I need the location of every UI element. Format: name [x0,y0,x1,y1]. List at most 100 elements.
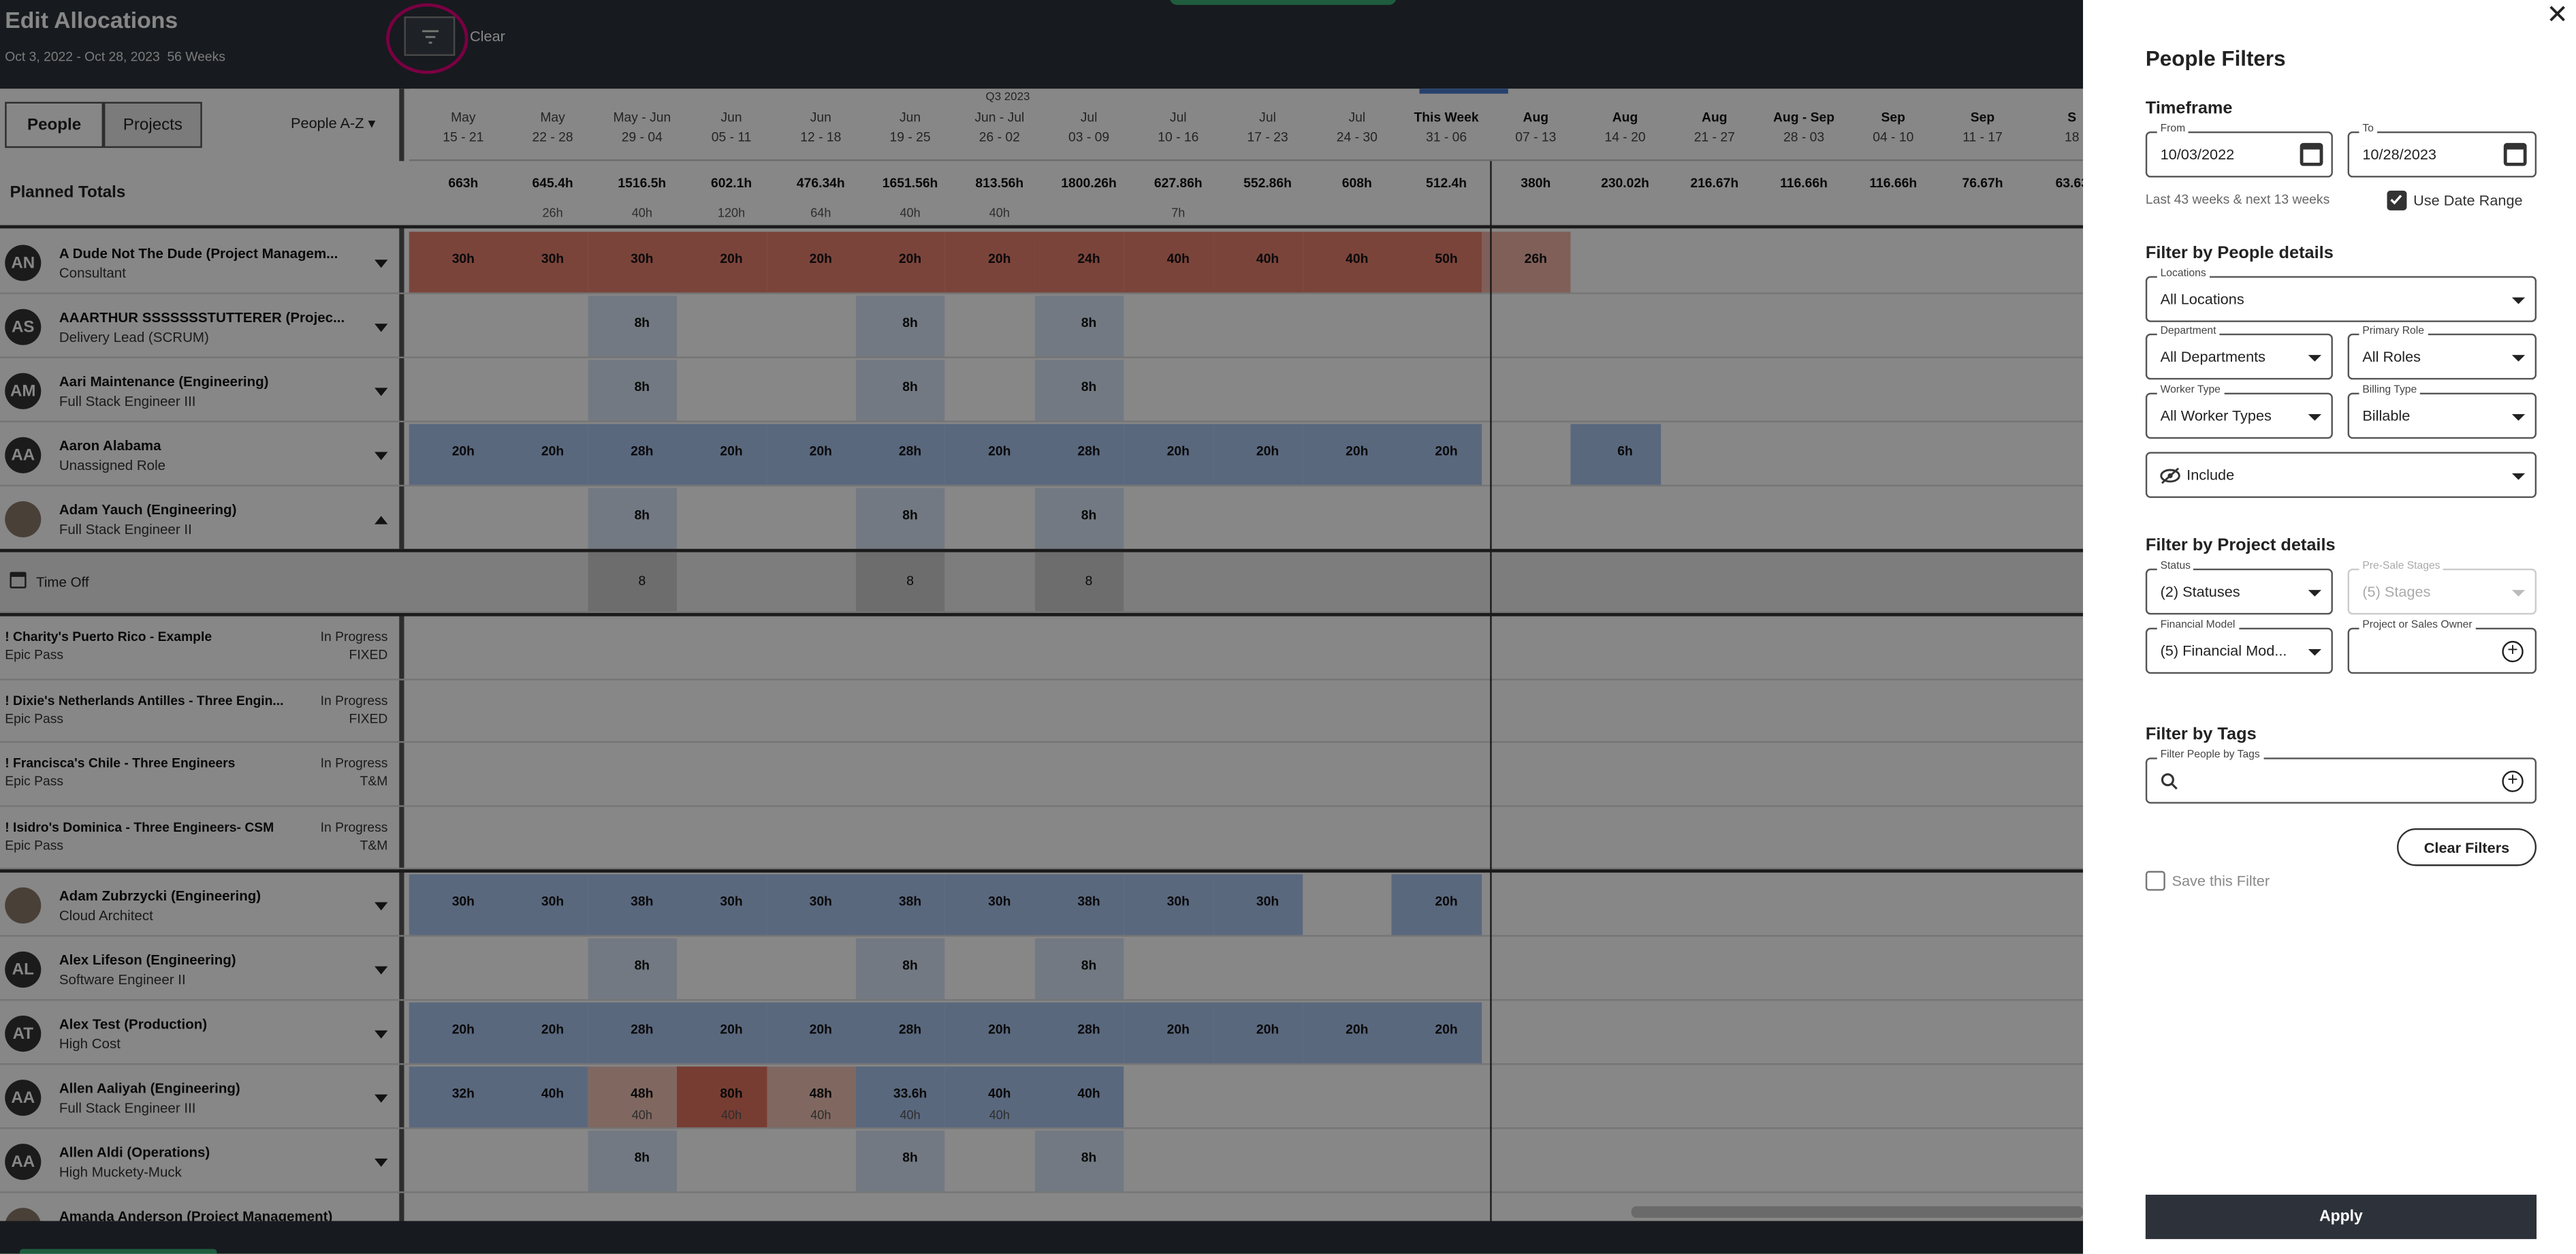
person-name[interactable]: Adam Yauch (Engineering) [59,501,237,518]
allocation-value: 8h [1081,1150,1097,1165]
project-name[interactable]: ! Francisca's Chile - Three Engineers [5,756,235,771]
week-column-header[interactable]: Sep 04 - 10 [1849,108,1937,148]
quarter-label: Q3 2023 [985,92,1030,104]
total-cell: 76.67h [1962,176,2003,191]
apply-button[interactable]: Apply [2145,1194,2537,1240]
allocation-value: 8h [1081,379,1097,395]
allocation-value: 40h [541,1086,565,1101]
project-model: T&M [360,774,388,789]
allocation-sub-value: 40h [989,1108,1010,1123]
horizontal-scrollbar[interactable] [1631,1206,2084,1218]
week-column-header[interactable]: Jul 10 - 16 [1134,108,1222,148]
week-days: 17 - 23 [1247,129,1288,145]
week-column-header[interactable]: Jun 19 - 25 [865,108,954,148]
add-circle-icon[interactable]: + [2502,770,2524,792]
chevron-down-icon[interactable] [375,1158,388,1167]
primary-role-select[interactable]: Primary Role All Roles [2347,325,2537,380]
project-client: Epic Pass [5,710,64,726]
total-cell: 813.56h [975,176,1024,191]
include-select[interactable]: Include [2145,452,2537,499]
chevron-down-icon[interactable] [375,260,388,268]
chevron-down-icon[interactable] [375,966,388,975]
time-off-value: 8 [1085,573,1093,589]
from-date-field[interactable]: From 10/03/2022 [2145,123,2333,178]
to-date-field[interactable]: To 10/28/2023 [2347,123,2537,178]
worker-type-select[interactable]: Worker Type All Worker Types [2145,384,2333,439]
week-month: Jul [1080,110,1098,125]
status-select[interactable]: Status (2) Statuses [2145,560,2333,615]
allocation-value: 20h [1435,894,1458,909]
financial-model-select[interactable]: Financial Model (5) Financial Mod... [2145,619,2333,674]
calendar-icon[interactable] [2300,142,2323,166]
week-column-header[interactable]: Sep 11 - 17 [1938,108,2026,148]
week-column-header[interactable]: May 22 - 28 [508,108,597,148]
person-name[interactable]: AAARTHUR SSSSSSSTUTTERER (Projec... [59,309,345,326]
person-name[interactable]: Alex Test (Production) [59,1016,207,1032]
close-icon[interactable]: ✕ [2547,1,2569,31]
allocation-value: 20h [1435,443,1458,459]
chevron-down-icon[interactable] [375,388,388,396]
week-column-header[interactable]: Jun - Jul 26 - 02 [955,108,1044,148]
week-column-header[interactable]: Jul 17 - 23 [1223,108,1311,148]
week-column-header[interactable]: This Week 31 - 06 [1402,108,1491,148]
presale-stages-select[interactable]: Pre-Sale Stages (5) Stages [2347,560,2537,615]
locations-select[interactable]: Locations All Locations [2145,268,2537,322]
project-client: Epic Pass [5,774,64,789]
calendar-icon[interactable] [2503,142,2527,166]
chevron-down-icon[interactable] [375,902,388,911]
billing-type-select[interactable]: Billing Type Billable [2347,384,2537,439]
use-date-range-checkbox[interactable] [2387,190,2407,210]
week-column-header[interactable]: Jul 24 - 30 [1313,108,1401,148]
add-circle-icon[interactable]: + [2502,640,2524,663]
chevron-down-icon[interactable] [375,1094,388,1103]
clear-filters-button[interactable]: Clear Filters [2396,828,2537,866]
primary-role-value: All Roles [2362,348,2421,365]
chevron-down-icon[interactable] [375,324,388,332]
department-select[interactable]: Department All Departments [2145,325,2333,380]
week-column-header[interactable]: May 15 - 21 [419,108,507,148]
project-details-heading: Filter by Project details [2145,535,2336,556]
week-days: 14 - 20 [1604,129,1646,145]
date-range-summary: Oct 3, 2022 - Oct 28, 2023 56 Weeks [5,49,225,64]
week-column-header[interactable]: Jun 12 - 18 [776,108,865,148]
project-name[interactable]: ! Isidro's Dominica - Three Engineers- C… [5,819,274,834]
person-name[interactable]: A Dude Not The Dude (Project Managem... [59,245,338,261]
chevron-down-icon[interactable] [375,1030,388,1039]
chevron-up-icon[interactable] [375,516,388,524]
person-name[interactable]: Allen Aldi (Operations) [59,1144,210,1160]
allocation-value: 20h [451,443,475,459]
people-tab[interactable]: People [5,101,104,148]
project-name[interactable]: ! Charity's Puerto Rico - Example [5,629,212,644]
person-name[interactable]: Aaron Alabama [59,437,161,454]
allocation-value: 8h [902,315,918,330]
top-status-pill [1169,0,1397,5]
person-name[interactable]: Allen Aaliyah (Engineering) [59,1080,240,1096]
person-name[interactable]: Adam Zubrzycki (Engineering) [59,888,261,904]
week-column-header[interactable]: Jun 05 - 11 [687,108,776,148]
week-column-header[interactable]: Jul 03 - 09 [1045,108,1133,148]
projects-tab[interactable]: Projects [103,101,202,148]
week-column-header[interactable]: Aug 14 - 20 [1580,108,1669,148]
week-days: 22 - 28 [532,129,573,145]
allocation-value: 8h [634,315,650,330]
footer-save-button[interactable] [19,1249,217,1254]
week-column-header[interactable]: May - Jun 29 - 04 [598,108,686,148]
project-name[interactable]: ! Dixie's Netherlands Antilles - Three E… [5,693,283,708]
tags-search-field[interactable]: Filter People by Tags + [2145,749,2537,804]
total-sub-cell: 7h [1171,205,1186,221]
week-column-header[interactable]: Aug 21 - 27 [1670,108,1759,148]
sort-select[interactable]: People A-Z ▾ [291,115,375,134]
week-column-header[interactable]: Aug - Sep 28 - 03 [1760,108,1848,148]
save-filter-checkbox[interactable] [2145,871,2165,891]
owner-field[interactable]: Project or Sales Owner + [2347,619,2537,674]
person-name[interactable]: Aari Maintenance (Engineering) [59,373,269,390]
week-month: Jun [720,110,742,125]
chevron-down-icon[interactable] [375,452,388,460]
person-name[interactable]: Alex Lifeson (Engineering) [59,952,236,968]
week-month: Aug [1612,110,1638,125]
clear-filters-link[interactable]: Clear [470,28,505,44]
week-column-header[interactable]: Aug 07 - 13 [1491,108,1580,148]
caret-down-icon [2511,473,2526,480]
week-column-header[interactable]: S 18 [2028,108,2084,148]
total-cell: 608h [1341,176,1372,191]
